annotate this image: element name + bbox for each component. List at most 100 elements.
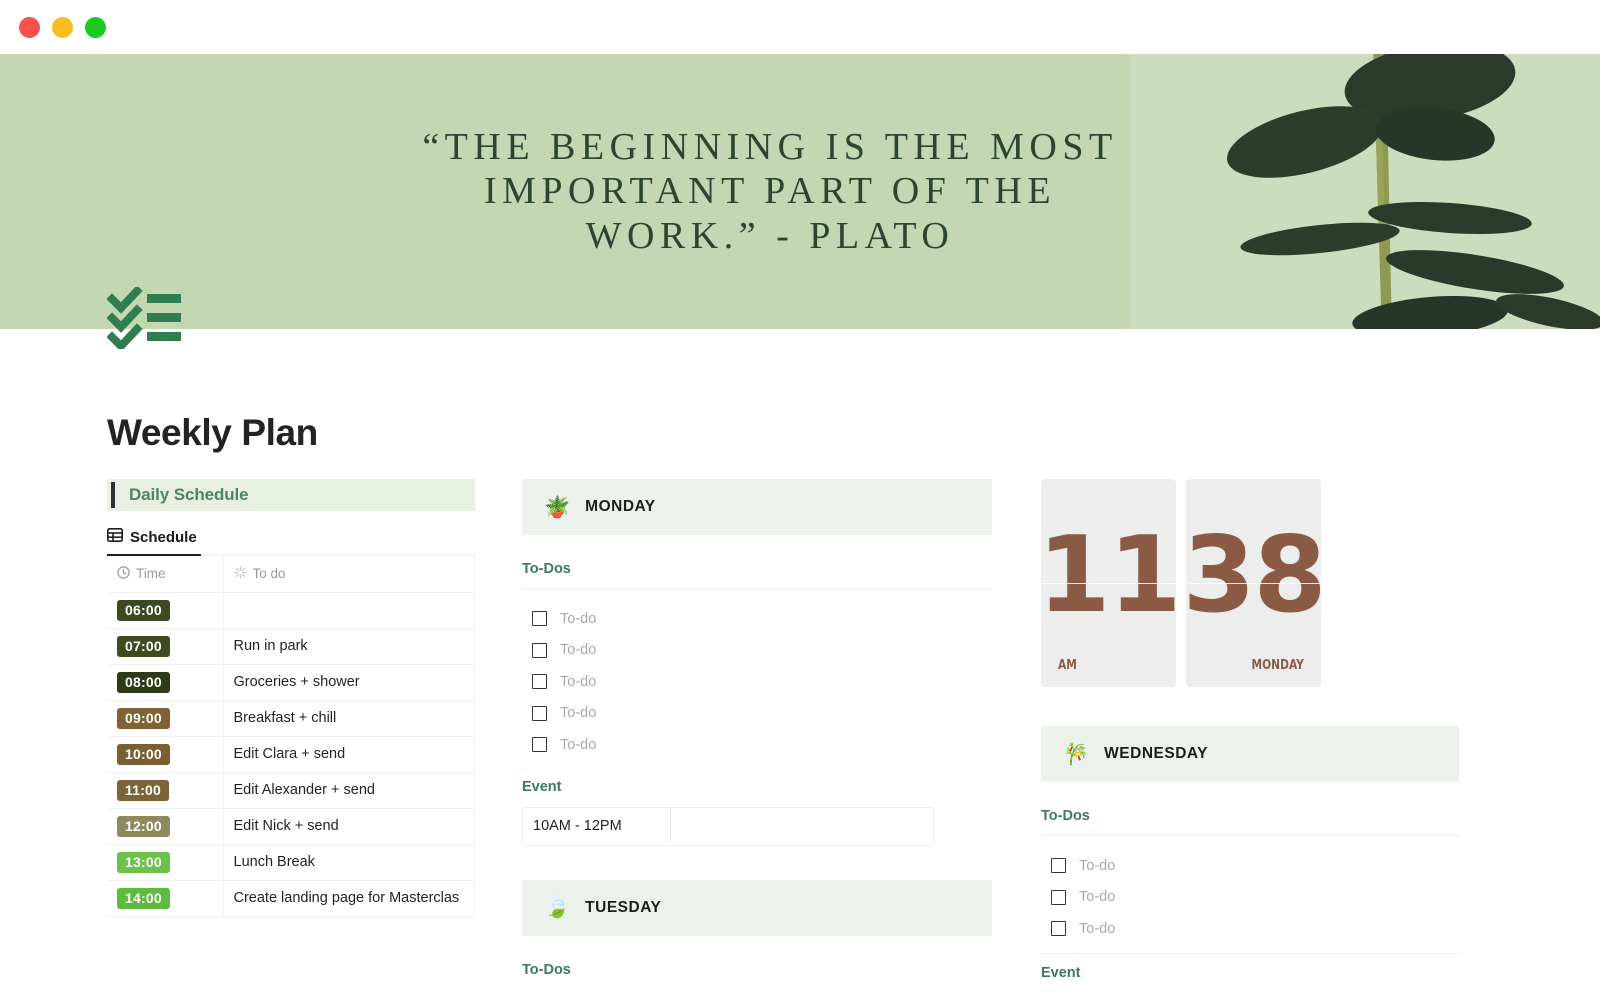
cell-time[interactable]: 10:00 bbox=[107, 736, 224, 773]
todo-item[interactable]: To-do bbox=[522, 603, 992, 635]
schedule-table-head: Time To do bbox=[107, 556, 475, 593]
cell-time[interactable]: 06:00 bbox=[107, 592, 224, 629]
day-label-tuesday: TUESDAY bbox=[585, 898, 662, 916]
column-header-time-label: Time bbox=[136, 566, 166, 582]
time-badge: 06:00 bbox=[117, 599, 170, 621]
todo-item-label: To-do bbox=[560, 642, 597, 659]
todo-item[interactable]: To-do bbox=[522, 729, 992, 761]
column-header-time[interactable]: Time bbox=[107, 556, 224, 593]
flip-card-seam bbox=[1186, 583, 1321, 584]
cell-todo[interactable]: Edit Nick + send bbox=[223, 808, 475, 845]
cell-time[interactable]: 07:00 bbox=[107, 628, 224, 665]
checkbox-icon[interactable] bbox=[532, 705, 547, 721]
checkbox-icon[interactable] bbox=[532, 737, 547, 753]
callout-label: Daily Schedule bbox=[129, 485, 249, 504]
day-label-monday: MONDAY bbox=[585, 498, 656, 515]
time-badge: 12:00 bbox=[117, 815, 170, 837]
event-label-wednesday: Event bbox=[1041, 964, 1081, 981]
checklist-icon bbox=[106, 285, 185, 352]
todo-item-label: To-do bbox=[560, 673, 597, 690]
clock-wednesday-column: 11 AM 38 MONDAY 🎋 WEDNESDAY To-Dos To-do… bbox=[1041, 479, 1461, 993]
callout-accent-bar bbox=[111, 482, 115, 508]
close-button[interactable] bbox=[19, 16, 40, 38]
time-badge: 14:00 bbox=[117, 887, 170, 909]
event-time-monday[interactable]: 10AM - 12PM bbox=[523, 807, 671, 845]
window-titlebar bbox=[0, 0, 1600, 54]
checkbox-icon[interactable] bbox=[1051, 858, 1066, 874]
todo-item-label: To-do bbox=[1079, 857, 1116, 874]
time-badge: 09:00 bbox=[117, 707, 170, 729]
page-body: Weekly Plan Daily Schedule Schedule Time… bbox=[0, 329, 1600, 1000]
time-badge: 07:00 bbox=[117, 635, 170, 657]
checkbox-icon[interactable] bbox=[532, 611, 547, 627]
checkbox-icon[interactable] bbox=[532, 642, 547, 658]
time-badge: 13:00 bbox=[117, 851, 170, 873]
todo-item[interactable]: To-do bbox=[1041, 913, 1461, 945]
maximize-button[interactable] bbox=[85, 16, 106, 38]
cell-todo[interactable]: Lunch Break bbox=[223, 844, 475, 881]
todos-label-tuesday: To-Dos bbox=[522, 961, 571, 978]
table-row[interactable]: 12:00 Edit Nick + send bbox=[107, 808, 475, 845]
todo-item-label: To-do bbox=[1079, 920, 1116, 937]
day-label-wednesday: WEDNESDAY bbox=[1104, 745, 1208, 762]
table-row[interactable]: 13:00 Lunch Break bbox=[107, 844, 475, 881]
cell-todo[interactable]: Edit Alexander + send bbox=[223, 772, 475, 809]
table-row[interactable]: 11:00 Edit Alexander + send bbox=[107, 772, 475, 809]
todo-item-label: To-do bbox=[560, 736, 597, 753]
table-row[interactable]: 14:00 Create landing page for Masterclas bbox=[107, 880, 475, 917]
table-row[interactable]: 07:00 Run in park bbox=[107, 628, 475, 665]
time-badge: 10:00 bbox=[117, 743, 170, 765]
checkbox-icon[interactable] bbox=[1051, 889, 1066, 905]
cell-todo[interactable]: Create landing page for Masterclas bbox=[223, 880, 475, 917]
todo-item[interactable]: To-do bbox=[522, 635, 992, 667]
todo-item[interactable]: To-do bbox=[522, 698, 992, 730]
cell-todo[interactable]: Run in park bbox=[223, 628, 475, 665]
cell-todo[interactable]: Groceries + shower bbox=[223, 664, 475, 701]
cell-todo[interactable] bbox=[223, 592, 475, 629]
leaf-icon: 🍃 bbox=[544, 896, 571, 919]
todo-item[interactable]: To-do bbox=[1041, 850, 1461, 882]
database-tabbar: Schedule bbox=[107, 528, 475, 556]
page-cover-banner: “The beginning is the most important par… bbox=[0, 54, 1600, 329]
cell-time[interactable]: 13:00 bbox=[107, 844, 224, 881]
clock-icon bbox=[117, 566, 130, 582]
cell-time[interactable]: 11:00 bbox=[107, 772, 224, 809]
cell-time[interactable]: 14:00 bbox=[107, 880, 224, 917]
cell-time[interactable]: 09:00 bbox=[107, 700, 224, 737]
table-row[interactable]: 09:00 Breakfast + chill bbox=[107, 700, 475, 737]
table-row[interactable]: 10:00 Edit Clara + send bbox=[107, 736, 475, 773]
cell-time[interactable]: 12:00 bbox=[107, 808, 224, 845]
monday-tuesday-column: 🪴 MONDAY To-Dos To-do To-do To-do To-do To-d… bbox=[522, 479, 992, 990]
flip-card-hours: 11 AM bbox=[1041, 479, 1176, 687]
column-header-todo-label: To do bbox=[252, 566, 286, 582]
minimize-button[interactable] bbox=[52, 16, 73, 38]
tanabata-tree-icon: 🎋 bbox=[1063, 742, 1090, 766]
todo-item-label: To-do bbox=[560, 610, 597, 627]
todo-item[interactable]: To-do bbox=[1041, 882, 1461, 914]
checkbox-icon[interactable] bbox=[1051, 921, 1066, 937]
page-title: Weekly Plan bbox=[107, 412, 318, 453]
column-header-todo[interactable]: To do bbox=[223, 556, 475, 593]
todo-item-label: To-do bbox=[560, 705, 597, 722]
todos-label-wednesday: To-Dos bbox=[1041, 808, 1459, 836]
table-icon bbox=[107, 528, 123, 546]
cell-todo[interactable]: Breakfast + chill bbox=[223, 700, 475, 737]
banner-quote-container: “The beginning is the most important par… bbox=[0, 54, 1600, 329]
table-row[interactable]: 08:00 Groceries + shower bbox=[107, 664, 475, 701]
tab-schedule[interactable]: Schedule bbox=[107, 528, 201, 556]
checkbox-icon[interactable] bbox=[532, 674, 547, 690]
table-row[interactable]: 06:00 bbox=[107, 592, 475, 629]
todo-item[interactable]: To-do bbox=[522, 666, 992, 698]
event-note-monday[interactable] bbox=[671, 808, 933, 845]
time-badge: 08:00 bbox=[117, 671, 170, 693]
time-badge: 11:00 bbox=[117, 779, 170, 801]
cell-time[interactable]: 08:00 bbox=[107, 664, 224, 701]
event-table-monday: 10AM - 12PM bbox=[522, 806, 934, 846]
clock-meridiem: AM bbox=[1058, 658, 1077, 673]
flip-card-seam bbox=[1041, 583, 1176, 584]
section-divider bbox=[1041, 952, 1461, 965]
table-header-row: Time To do bbox=[107, 556, 475, 593]
potted-plant-icon: 🪴 bbox=[544, 495, 571, 519]
cell-todo[interactable]: Edit Clara + send bbox=[223, 736, 475, 773]
